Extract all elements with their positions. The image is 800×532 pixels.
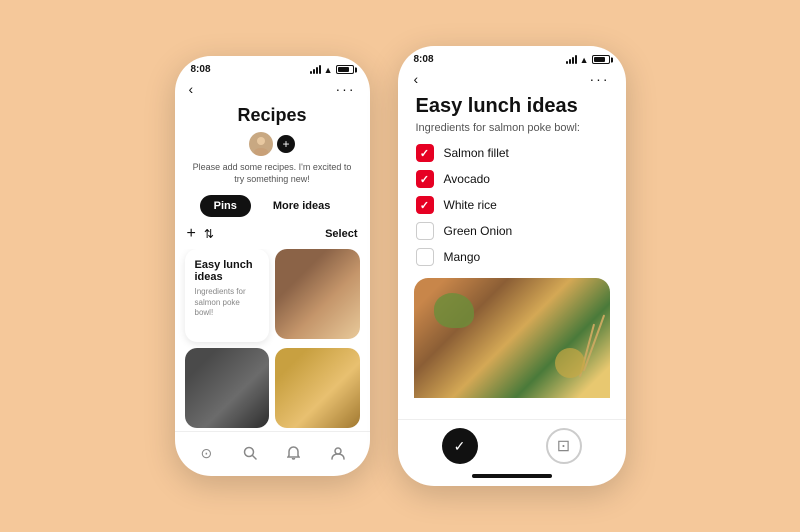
ingredient-item-onion[interactable]: Green Onion	[416, 222, 608, 240]
toolbar-row: + ⇅ Select	[175, 225, 370, 249]
wifi-icon: ▲	[324, 65, 333, 75]
left-phone: 8:08 ▲ ‹ ··· Recipes	[175, 56, 370, 476]
checkbox-salmon[interactable]: ✓	[416, 144, 434, 162]
checkbox-mango[interactable]	[416, 248, 434, 266]
avatar-row: +	[189, 132, 356, 156]
page-title: Recipes	[189, 105, 356, 126]
image-action-button[interactable]: ⊡	[546, 428, 582, 464]
right-time: 8:08	[414, 54, 434, 65]
add-pin-button[interactable]: +	[187, 225, 196, 243]
ingredient-name-avocado: Avocado	[444, 172, 490, 186]
right-wifi-icon: ▲	[580, 55, 589, 65]
pin-description: Ingredients for salmon poke bowl!	[195, 287, 260, 318]
checkmark-icon: ✓	[420, 147, 429, 160]
home-indicator	[472, 474, 552, 478]
bottom-nav: ⊙	[175, 431, 370, 476]
ingredient-item-salmon[interactable]: ✓ Salmon fillet	[416, 144, 608, 162]
ingredient-name-mango: Mango	[444, 250, 481, 264]
tab-more-ideas[interactable]: More ideas	[259, 195, 344, 217]
left-status-icons: ▲	[310, 65, 354, 75]
right-bottom-bar: ✓ ⊡	[398, 419, 626, 474]
check-action-button[interactable]: ✓	[442, 428, 478, 464]
right-phone: 8:08 ▲ ‹ ··· Easy lunch ideas Ingredient…	[398, 46, 626, 486]
ingredient-item-rice[interactable]: ✓ White rice	[416, 196, 608, 214]
pin-card-food-1[interactable]	[275, 249, 360, 339]
battery-icon	[336, 65, 354, 74]
ingredient-name-onion: Green Onion	[444, 224, 513, 238]
checkmark-icon-2: ✓	[420, 173, 429, 186]
pin-title: Easy lunch ideas	[195, 259, 260, 283]
filter-icon[interactable]: ⇅	[204, 227, 214, 241]
nav-search-icon[interactable]	[237, 440, 263, 466]
pin-card-food-4[interactable]	[275, 348, 360, 428]
right-battery-icon	[592, 55, 610, 64]
nav-home-icon[interactable]: ⊙	[193, 440, 219, 466]
more-button[interactable]: ···	[336, 81, 356, 97]
right-status-icons: ▲	[566, 55, 610, 65]
pin-card-food-3[interactable]	[185, 348, 270, 428]
subtitle-text: Please add some recipes. I'm excited to …	[189, 162, 356, 185]
checkbox-avocado[interactable]: ✓	[416, 170, 434, 188]
ingredient-name-rice: White rice	[444, 198, 497, 212]
signal-icon	[310, 65, 321, 74]
add-avatar-button[interactable]: +	[277, 135, 295, 153]
ingredient-item-avocado[interactable]: ✓ Avocado	[416, 170, 608, 188]
food-photo-container	[414, 278, 610, 415]
ingredient-name-salmon: Salmon fillet	[444, 146, 509, 160]
right-signal-icon	[566, 55, 577, 64]
right-more-button[interactable]: ···	[590, 71, 610, 87]
right-subtitle: Ingredients for salmon poke bowl:	[416, 122, 608, 134]
right-back-button[interactable]: ‹	[414, 71, 419, 87]
checkbox-onion[interactable]	[416, 222, 434, 240]
checkbox-rice[interactable]: ✓	[416, 196, 434, 214]
pins-grid: Easy lunch ideas Ingredients for salmon …	[175, 249, 370, 431]
back-button[interactable]: ‹	[189, 81, 194, 97]
select-button[interactable]: Select	[325, 228, 357, 240]
right-nav: ‹ ···	[398, 69, 626, 91]
right-page-title: Easy lunch ideas	[416, 95, 608, 118]
ingredient-item-mango[interactable]: Mango	[416, 248, 608, 266]
tab-pins[interactable]: Pins	[200, 195, 251, 217]
left-status-bar: 8:08 ▲	[175, 56, 370, 79]
tabs-row: Pins More ideas	[175, 191, 370, 225]
ingredient-list: ✓ Salmon fillet ✓ Avocado ✓ White rice	[398, 140, 626, 274]
pin-card-easy-lunch[interactable]: Easy lunch ideas Ingredients for salmon …	[185, 249, 270, 342]
right-status-bar: 8:08 ▲	[398, 46, 626, 69]
left-header: Recipes + Please add some recipes. I'm e…	[175, 101, 370, 191]
right-header: Easy lunch ideas Ingredients for salmon …	[398, 91, 626, 140]
avatar	[249, 132, 273, 156]
nav-notifications-icon[interactable]	[281, 440, 307, 466]
toolbar-left: + ⇅	[187, 225, 214, 243]
food-photo-image	[414, 278, 610, 398]
left-nav: ‹ ···	[175, 79, 370, 101]
left-time: 8:08	[191, 64, 211, 75]
checkmark-icon-3: ✓	[420, 199, 429, 212]
nav-profile-icon[interactable]	[325, 440, 351, 466]
